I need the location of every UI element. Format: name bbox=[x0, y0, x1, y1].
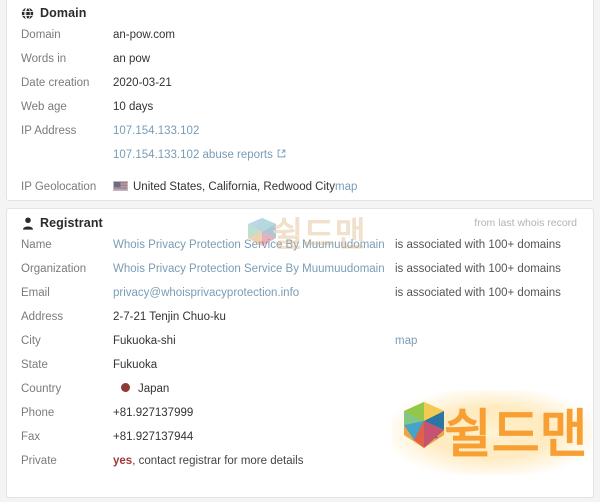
label-private: Private bbox=[21, 455, 57, 467]
row-ip-geolocation: IP Geolocation United States, California… bbox=[7, 181, 593, 205]
label-state: State bbox=[21, 359, 48, 371]
globe-icon bbox=[21, 6, 34, 20]
row-city: City Fukuoka-shi map bbox=[7, 335, 593, 359]
label-ip-address: IP Address bbox=[21, 125, 77, 137]
value-phone: +81.927137999 bbox=[113, 407, 194, 419]
row-ip-abuse-reports: 107.154.133.102 abuse reports bbox=[7, 149, 593, 171]
registrant-card-title: Registrant bbox=[40, 216, 103, 230]
row-state: State Fukuoka bbox=[7, 359, 593, 383]
value-words-in: an pow bbox=[113, 53, 151, 65]
registrant-card-header: Registrant from last whois record bbox=[7, 209, 593, 233]
row-address: Address 2-7-21 Tenjin Chuo-ku bbox=[7, 311, 593, 335]
link-registrant-organization[interactable]: Whois Privacy Protection Service By Muum… bbox=[113, 263, 395, 275]
label-address: Address bbox=[21, 311, 64, 323]
note-email-associated: is associated with 100+ domains bbox=[395, 287, 561, 299]
label-ip-geolocation: IP Geolocation bbox=[21, 181, 97, 193]
label-country: Country bbox=[21, 383, 62, 395]
value-date-creation: 2020-03-21 bbox=[113, 77, 172, 89]
label-words-in: Words in bbox=[21, 53, 67, 65]
row-email: Email privacy@whoisprivacyprotection.inf… bbox=[7, 287, 593, 311]
jp-flag-icon bbox=[121, 383, 130, 392]
value-address: 2-7-21 Tenjin Chuo-ku bbox=[113, 311, 226, 323]
value-domain: an-pow.com bbox=[113, 29, 176, 41]
domain-card-header: Domain bbox=[7, 0, 593, 23]
row-organization: Organization Whois Privacy Protection Se… bbox=[7, 263, 593, 287]
row-web-age: Web age 10 days bbox=[7, 101, 593, 125]
value-private-cell: yes, contact registrar for more details bbox=[113, 455, 395, 467]
label-city: City bbox=[21, 335, 41, 347]
value-country-cell: Japan bbox=[113, 383, 395, 395]
link-registrant-name[interactable]: Whois Privacy Protection Service By Muum… bbox=[113, 239, 395, 251]
note-organization-associated: is associated with 100+ domains bbox=[395, 263, 561, 275]
registrant-card: Registrant from last whois record Name W… bbox=[6, 208, 594, 498]
value-private-yes: yes bbox=[113, 455, 133, 467]
value-ip-geolocation-cell: United States, California, Redwood City bbox=[113, 181, 335, 193]
value-fax: +81.927137944 bbox=[113, 431, 194, 443]
value-private-rest: , contact registrar for more details bbox=[132, 455, 304, 467]
label-fax: Fax bbox=[21, 431, 41, 443]
external-link-icon bbox=[277, 149, 286, 158]
row-name: Name Whois Privacy Protection Service By… bbox=[7, 239, 593, 263]
link-ip-abuse-reports[interactable]: 107.154.133.102 abuse reports bbox=[113, 149, 273, 161]
label-domain: Domain bbox=[21, 29, 61, 41]
registrant-rows: Name Whois Privacy Protection Service By… bbox=[7, 233, 593, 479]
row-date-creation: Date creation 2020-03-21 bbox=[7, 77, 593, 101]
value-ip-geolocation: United States, California, Redwood City bbox=[133, 181, 335, 193]
label-email: Email bbox=[21, 287, 50, 299]
user-icon bbox=[21, 216, 34, 230]
label-phone: Phone bbox=[21, 407, 55, 419]
registrant-source-note: from last whois record bbox=[474, 217, 577, 229]
value-city: Fukuoka-shi bbox=[113, 335, 176, 347]
value-country: Japan bbox=[138, 383, 170, 395]
label-name: Name bbox=[21, 239, 52, 251]
domain-rows: Domain an-pow.com Words in an pow Date c… bbox=[7, 23, 593, 205]
map-link-city[interactable]: map bbox=[395, 335, 417, 347]
link-ip-address[interactable]: 107.154.133.102 bbox=[113, 125, 395, 137]
domain-card: Domain Domain an-pow.com Words in an pow… bbox=[6, 0, 594, 201]
row-domain: Domain an-pow.com bbox=[7, 29, 593, 53]
row-fax: Fax +81.927137944 bbox=[7, 431, 593, 455]
domain-card-title: Domain bbox=[40, 6, 87, 20]
map-link-geolocation[interactable]: map bbox=[335, 181, 357, 193]
label-web-age: Web age bbox=[21, 101, 67, 113]
row-phone: Phone +81.927137999 bbox=[7, 407, 593, 431]
value-ip-abuse-cell: 107.154.133.102 abuse reports bbox=[113, 149, 395, 161]
row-ip-address: IP Address 107.154.133.102 bbox=[7, 125, 593, 149]
value-web-age: 10 days bbox=[113, 101, 154, 113]
note-name-associated: is associated with 100+ domains bbox=[395, 239, 561, 251]
link-registrant-email[interactable]: privacy@whoisprivacyprotection.info bbox=[113, 287, 395, 299]
label-organization: Organization bbox=[21, 263, 87, 275]
row-words-in: Words in an pow bbox=[7, 53, 593, 77]
whois-results-page: Domain Domain an-pow.com Words in an pow… bbox=[0, 0, 600, 500]
label-date-creation: Date creation bbox=[21, 77, 90, 89]
value-state: Fukuoka bbox=[113, 359, 158, 371]
row-private: Private yes, contact registrar for more … bbox=[7, 455, 593, 479]
row-country: Country Japan bbox=[7, 383, 593, 407]
us-flag-icon bbox=[113, 181, 128, 191]
